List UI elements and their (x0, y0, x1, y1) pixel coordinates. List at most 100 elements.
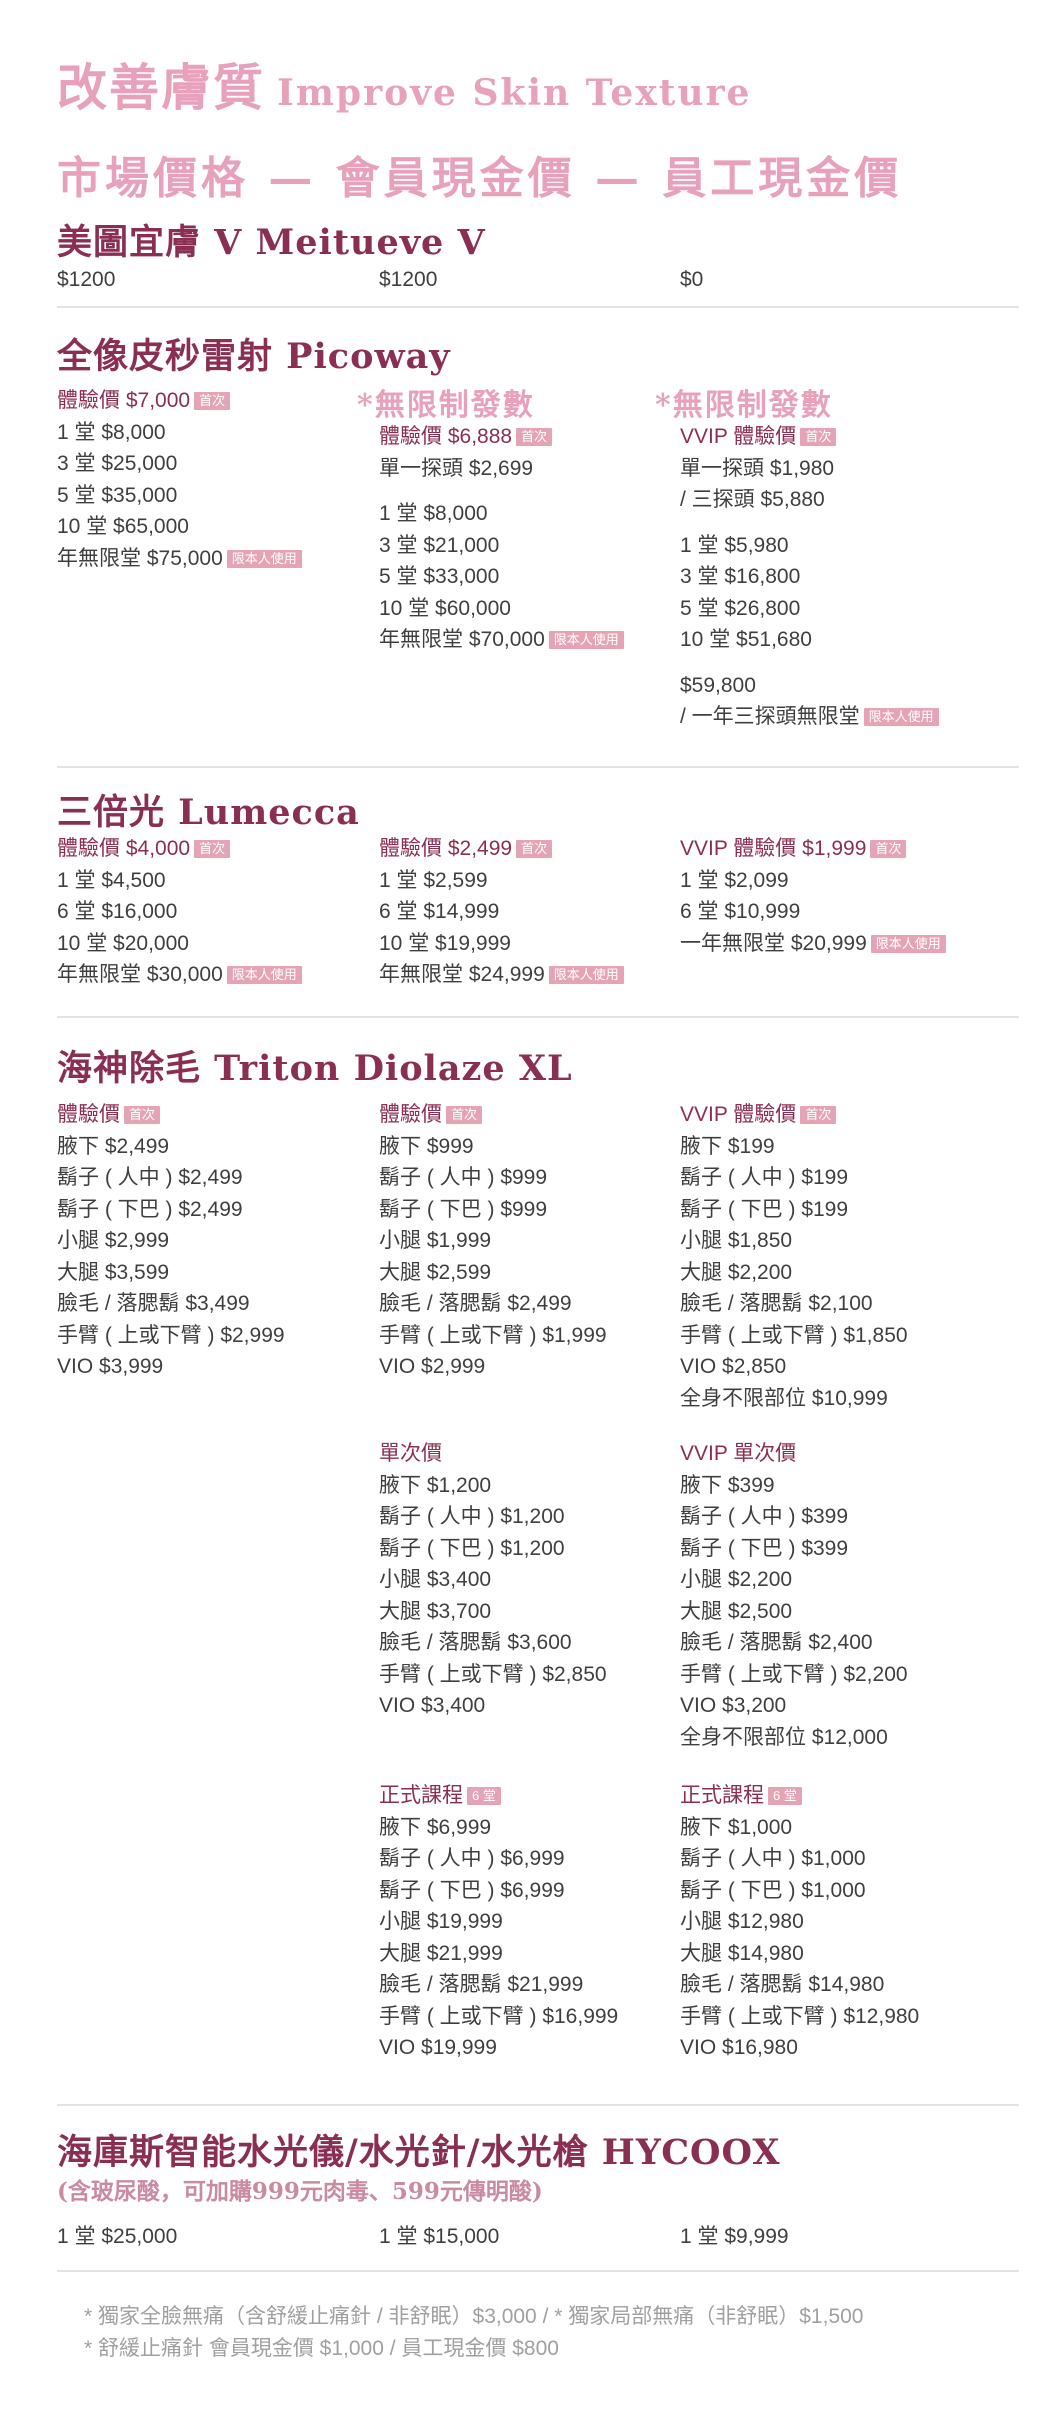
price-line: 鬍子 ( 下巴 ) $6,999 (379, 1878, 565, 1902)
self-only-badge: 限本人使用 (226, 549, 302, 568)
price-line: 6 堂 $10,999 (680, 900, 801, 923)
price-line: 鬍子 ( 人中 ) $1,200 (379, 1505, 565, 1528)
price-line: 鬍子 ( 人中 ) $2,499 (57, 1166, 243, 1189)
triton-single-staff-column: VVIP 單次價 腋下 $399 鬍子 ( 人中 ) $399 鬍子 ( 下巴 … (680, 1438, 908, 1753)
triton-trial-member-column: 體驗價 首次 腋下 $999 鬍子 ( 人中 ) $999 鬍子 ( 下巴 ) $… (379, 1099, 607, 1383)
price-line: 腋下 $199 (680, 1134, 775, 1158)
first-time-badge: 首次 (446, 1106, 483, 1124)
section-title-meitueve: 美圖宜膚 V Meitueve V (57, 222, 486, 263)
triton-course-member-column: 正式課程 6 堂 腋下 $6,999 鬍子 ( 人中 ) $6,999 鬍子 ( … (379, 1780, 618, 2064)
self-only-badge: 限本人使用 (870, 934, 946, 953)
triton-single-member-column: 單次價 腋下 $1,200 鬍子 ( 人中 ) $1,200 鬍子 ( 下巴 )… (379, 1438, 607, 1722)
price-line: 全身不限部位 $12,000 (680, 1725, 888, 1749)
divider (57, 766, 1019, 768)
price-line: 鬍子 ( 人中 ) $6,999 (379, 1847, 565, 1870)
first-time-badge: 首次 (194, 392, 231, 410)
first-time-badge: 首次 (870, 840, 907, 858)
hycoox-price-member: 1 堂 $15,000 (379, 2225, 500, 2248)
price-line: 大腿 $3,700 (379, 1599, 492, 1623)
price-line: 3 堂 $25,000 (57, 452, 178, 475)
price-line: 手臂 ( 上或下臂 ) $2,850 (379, 1662, 607, 1686)
price-line: 鬍子 ( 下巴 ) $2,499 (57, 1197, 243, 1221)
price-line: 手臂 ( 上或下臂 ) $2,999 (57, 1323, 285, 1347)
page-title-english: Improve Skin Texture (277, 72, 752, 114)
section-title-lumecca: 三倍光 Lumecca (57, 792, 360, 833)
first-time-badge: 首次 (516, 840, 553, 858)
hycoox-price-market: 1 堂 $25,000 (57, 2225, 178, 2248)
price-line: 3 堂 $21,000 (379, 533, 500, 557)
price-line: 1 堂 $5,980 (680, 533, 789, 557)
column-heading: VVIP 體驗價 首次 (680, 1099, 908, 1131)
section-title-hycoox: 海庫斯智能水光儀/水光針/水光槍 HYCOOX (57, 2132, 781, 2173)
page-header: 改善膚質 Improve Skin Texture (57, 48, 751, 120)
price-line: 1 堂 $8,000 (57, 420, 166, 444)
price-line: 手臂 ( 上或下臂 ) $1,850 (680, 1323, 908, 1347)
price-line: 鬍子 ( 下巴 ) $1,200 (379, 1536, 565, 1560)
price-line: 手臂 ( 上或下臂 ) $12,980 (680, 2004, 920, 2028)
picoway-staff-column: VVIP 體驗價 首次 單一探頭 $1,980 / 三探頭 $5,880 1 堂 … (680, 421, 939, 733)
price-line: 腋下 $399 (680, 1473, 775, 1497)
six-sessions-badge: 6 堂 (768, 1787, 802, 1805)
single-probe-price: 單一探頭 $1,980 (680, 456, 835, 480)
price-line: 大腿 $2,500 (680, 1599, 793, 1623)
price-line: 3 堂 $16,800 (680, 565, 801, 588)
column-heading: 正式課程 6 堂 (680, 1780, 919, 1812)
yearly-unlimited: 年無限堂 $30,000 限本人使用 (57, 959, 302, 991)
price-line: 腋下 $1,200 (379, 1473, 492, 1497)
price-line: 鬍子 ( 下巴 ) $1,000 (680, 1878, 866, 1902)
trial-price: 體驗價 $4,000 首次 (57, 833, 302, 865)
price-line: 6 堂 $14,999 (379, 900, 500, 923)
divider (57, 2104, 1019, 2106)
price-line: 1 堂 $4,500 (57, 868, 166, 892)
price-line: 臉毛 / 落腮鬍 $21,999 (379, 1973, 584, 1996)
price-line: 大腿 $21,999 (379, 1941, 503, 1965)
price-line: 手臂 ( 上或下臂 ) $16,999 (379, 2004, 619, 2028)
six-sessions-badge: 6 堂 (467, 1787, 501, 1805)
column-heading: 體驗價 首次 (57, 1099, 285, 1131)
price-line: 臉毛 / 落腮鬍 $3,600 (379, 1631, 572, 1654)
first-time-badge: 首次 (800, 1106, 837, 1124)
meitueve-price-member: $1200 (379, 268, 438, 291)
price-line: 臉毛 / 落腮鬍 $2,499 (379, 1292, 572, 1315)
yearly-unlimited: / 一年三探頭無限堂 限本人使用 (680, 701, 939, 733)
hycoox-price-staff: 1 堂 $9,999 (680, 2225, 789, 2248)
meitueve-price-market: $1200 (57, 268, 116, 291)
price-line: 臉毛 / 落腮鬍 $3,499 (57, 1292, 250, 1315)
price-line: 小腿 $1,850 (680, 1229, 793, 1252)
price-line: 手臂 ( 上或下臂 ) $2,200 (680, 1662, 908, 1686)
price-line: 腋下 $6,999 (379, 1815, 492, 1839)
price-line: VIO $19,999 (379, 2036, 497, 2059)
divider (57, 2270, 1019, 2272)
price-line: 10 堂 $51,680 (680, 628, 812, 651)
price-line: 小腿 $19,999 (379, 1910, 503, 1933)
price-line: 臉毛 / 落腮鬍 $2,100 (680, 1292, 873, 1315)
unlimited-shots-label: *無限制發數 (655, 388, 833, 423)
price-line: 臉毛 / 落腮鬍 $2,400 (680, 1631, 873, 1654)
page-title: 改善膚質 (57, 58, 265, 117)
column-heading: 體驗價 首次 (379, 1099, 607, 1131)
self-only-badge: 限本人使用 (548, 966, 624, 984)
price-line: 5 堂 $26,800 (680, 596, 801, 620)
hycoox-subtitle: (含玻尿酸，可加購999元肉毒、599元傳明酸) (57, 2178, 543, 2205)
column-heading: 正式課程 6 堂 (379, 1780, 618, 1812)
trial-price: 體驗價 $7,000 首次 (57, 385, 302, 417)
price-line: VIO $2,850 (680, 1355, 787, 1378)
price-line: 5 堂 $33,000 (379, 565, 500, 588)
lumecca-member-column: 體驗價 $2,499 首次 1 堂 $2,599 6 堂 $14,999 10 堂… (379, 833, 624, 991)
yearly-unlimited: 一年無限堂 $20,999 限本人使用 (680, 928, 946, 960)
price-line: 5 堂 $35,000 (57, 483, 178, 507)
divider (57, 1016, 1019, 1018)
three-probe-price: / 三探頭 $5,880 (680, 488, 825, 511)
price-line: 鬍子 ( 人中 ) $1,000 (680, 1847, 866, 1870)
price-line: 小腿 $1,999 (379, 1229, 492, 1252)
price-line: 全身不限部位 $10,999 (680, 1386, 888, 1410)
price-line: 大腿 $14,980 (680, 1941, 804, 1965)
price-line: 鬍子 ( 下巴 ) $999 (379, 1197, 548, 1221)
yearly-price: $59,800 (680, 673, 756, 697)
price-line: 1 堂 $2,599 (379, 868, 488, 892)
yearly-unlimited: 年無限堂 $75,000 限本人使用 (57, 543, 302, 575)
meitueve-price-staff: $0 (680, 268, 704, 291)
footnote: * 舒緩止痛針 會員現金價 $1,000 / 員工現金價 $800 (84, 2337, 559, 2360)
trial-price: VVIP 體驗價 $1,999 首次 (680, 833, 946, 865)
price-line: 鬍子 ( 人中 ) $399 (680, 1505, 849, 1528)
